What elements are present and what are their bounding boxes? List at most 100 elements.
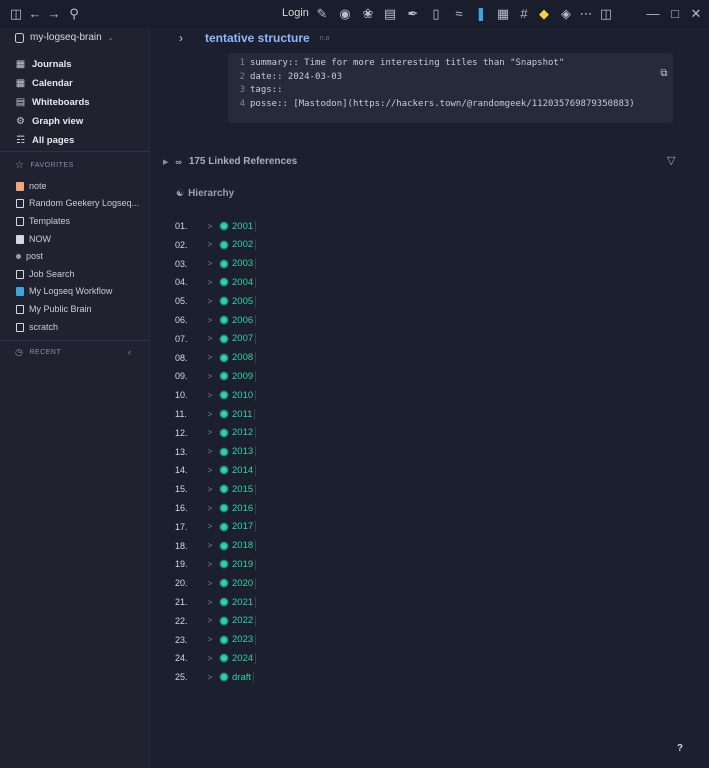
bullet-icon[interactable] <box>219 334 229 344</box>
page-title[interactable]: tentative structure <box>205 31 310 45</box>
plugin-icon[interactable]: ❀ <box>360 6 376 22</box>
bullet-icon[interactable] <box>219 465 229 475</box>
bullet-icon[interactable] <box>219 409 229 419</box>
hierarchy-row[interactable]: 24. >2024 <box>175 649 295 667</box>
database-icon[interactable]: ▤ <box>382 6 398 22</box>
sidebar-toggle-icon[interactable]: ◫ <box>8 6 24 22</box>
favorite-item[interactable]: post <box>16 248 43 264</box>
login-button[interactable]: Login <box>282 7 309 19</box>
hierarchy-row[interactable]: 19. >2019 <box>175 555 295 573</box>
chevron-right-icon[interactable]: > <box>201 259 219 268</box>
bullet-icon[interactable] <box>219 447 229 457</box>
favorites-heading[interactable]: ☆ FAVORITES <box>15 158 74 172</box>
hierarchy-row[interactable]: 14. >2014 <box>175 461 295 479</box>
favorite-item[interactable]: Templates <box>16 213 70 229</box>
chevron-right-icon[interactable]: > <box>201 316 219 325</box>
bullet-icon[interactable] <box>219 522 229 532</box>
linked-references-toggle[interactable]: ▶ ∞ 175 Linked References <box>163 156 297 167</box>
page-link[interactable]: 2008 <box>232 352 253 363</box>
close-icon[interactable]: ✕ <box>688 6 704 22</box>
hierarchy-row[interactable]: 25. > draft <box>175 668 295 686</box>
bullet-icon[interactable] <box>219 597 229 607</box>
chevron-right-icon[interactable]: > <box>201 428 219 437</box>
chevron-right-icon[interactable]: > <box>201 522 219 531</box>
favorite-item[interactable]: note <box>16 178 47 194</box>
hierarchy-row[interactable]: 03. >2003 <box>175 255 295 273</box>
graph-icon[interactable]: ≈ <box>451 6 467 22</box>
chevron-right-icon[interactable]: > <box>201 391 219 400</box>
chevron-right-icon[interactable]: > <box>201 579 219 588</box>
chevron-right-icon[interactable]: > <box>201 222 219 231</box>
brush-icon[interactable]: ✒ <box>405 6 421 22</box>
chevron-right-icon[interactable]: > <box>201 278 219 287</box>
bullet-icon[interactable] <box>219 390 229 400</box>
bullet-icon[interactable] <box>219 277 229 287</box>
more-icon[interactable]: ⋯ <box>578 6 594 22</box>
page-link[interactable]: 2011 <box>232 409 252 420</box>
bullet-icon[interactable] <box>219 371 229 381</box>
forward-arrow-icon[interactable]: → <box>46 6 62 22</box>
bullet-icon[interactable] <box>219 240 229 250</box>
bullet-icon[interactable] <box>219 353 229 363</box>
hierarchy-row[interactable]: 09. >2009 <box>175 367 295 385</box>
calendar-icon[interactable]: ▦ <box>495 6 511 22</box>
bullet-icon[interactable] <box>219 296 229 306</box>
hierarchy-row[interactable]: 10. >2010 <box>175 386 295 404</box>
chevron-right-icon[interactable]: > <box>201 616 219 625</box>
hierarchy-row[interactable]: 22. >2022 <box>175 612 295 630</box>
puzzle-icon[interactable]: ◈ <box>558 6 574 22</box>
sidebar-item-all-pages[interactable]: ☶ All pages <box>15 131 74 149</box>
recent-heading[interactable]: ◷ RECENT ‹ <box>15 345 135 359</box>
chevron-right-icon[interactable]: > <box>201 541 219 550</box>
page-link[interactable]: 2018 <box>232 540 253 551</box>
chevron-right-icon[interactable]: > <box>201 353 219 362</box>
page-link[interactable]: 2004 <box>232 277 253 288</box>
favorite-item[interactable]: NOW <box>16 231 51 247</box>
pencil-icon[interactable]: ✎ <box>314 6 330 22</box>
page-link[interactable]: 2005 <box>232 296 253 307</box>
page-link[interactable]: 2007 <box>232 333 253 344</box>
minimize-icon[interactable]: — <box>645 6 661 22</box>
sidebar-item-whiteboards[interactable]: ▤ Whiteboards <box>15 93 90 111</box>
chevron-right-icon[interactable]: > <box>201 504 219 513</box>
back-arrow-icon[interactable]: ← <box>27 6 43 22</box>
page-link[interactable]: 2013 <box>232 446 253 457</box>
page-link[interactable]: 2023 <box>232 634 253 645</box>
bullet-icon[interactable] <box>219 484 229 494</box>
graph-selector[interactable]: my-logseq-brain ⌄ <box>15 32 114 43</box>
hierarchy-row[interactable]: 02. >2002 <box>175 236 295 254</box>
bullet-icon[interactable] <box>219 672 229 682</box>
bullet-icon[interactable] <box>219 503 229 513</box>
sidebar-item-calendar[interactable]: ▦ Calendar <box>15 74 73 92</box>
page-link[interactable]: 2024 <box>232 653 253 664</box>
page-link[interactable]: 2022 <box>232 615 253 626</box>
search-icon[interactable]: ⚲ <box>66 6 82 22</box>
chevron-right-icon[interactable]: > <box>201 654 219 663</box>
page-link[interactable]: 2014 <box>232 465 253 476</box>
page-link[interactable]: 2017 <box>232 521 253 532</box>
hierarchy-row[interactable]: 13. >2013 <box>175 443 295 461</box>
favorite-item[interactable]: My Public Brain <box>16 301 92 317</box>
hierarchy-row[interactable]: 21. >2021 <box>175 593 295 611</box>
page-link[interactable]: 2019 <box>232 559 253 570</box>
hierarchy-row[interactable]: 18. >2018 <box>175 537 295 555</box>
copy-icon[interactable]: ⧉ <box>658 68 670 80</box>
hierarchy-row[interactable]: 04. >2004 <box>175 273 295 291</box>
hierarchy-row[interactable]: 11. >2011 <box>175 405 295 423</box>
right-sidebar-icon[interactable]: ◫ <box>598 6 614 22</box>
hierarchy-row[interactable]: 20. >2020 <box>175 574 295 592</box>
expand-arrow-icon[interactable]: › <box>179 31 197 45</box>
bullet-icon[interactable] <box>219 541 229 551</box>
filter-icon[interactable]: ▽ <box>667 154 675 167</box>
page-link[interactable]: draft <box>232 672 251 683</box>
page-link[interactable]: 2021 <box>232 597 253 608</box>
chevron-right-icon[interactable]: > <box>201 466 219 475</box>
hierarchy-row[interactable]: 08. >2008 <box>175 349 295 367</box>
chevron-right-icon[interactable]: > <box>201 447 219 456</box>
chevron-right-icon[interactable]: > <box>201 297 219 306</box>
bullet-icon[interactable] <box>219 315 229 325</box>
hierarchy-row[interactable]: 07. >2007 <box>175 330 295 348</box>
chevron-right-icon[interactable]: > <box>201 673 219 682</box>
chevron-right-icon[interactable]: > <box>201 240 219 249</box>
hierarchy-row[interactable]: 05. >2005 <box>175 292 295 310</box>
